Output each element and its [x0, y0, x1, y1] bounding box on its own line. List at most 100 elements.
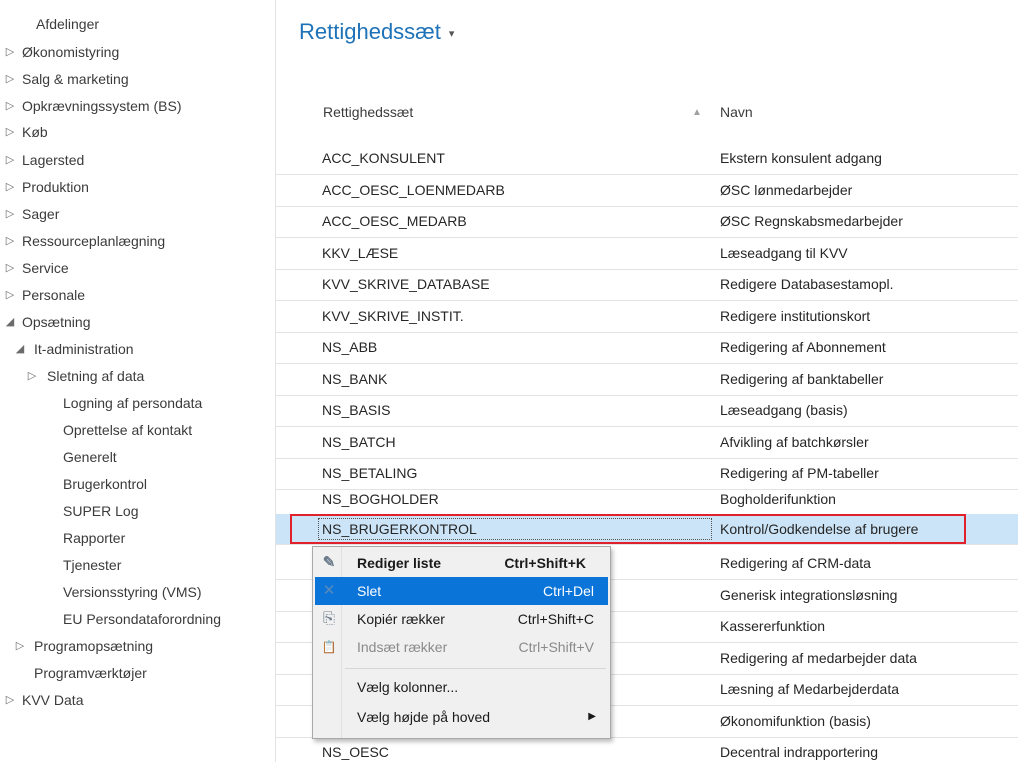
nav-item-brugerkontrol[interactable]: Brugerkontrol [0, 472, 270, 496]
cell-name: Decentral indrapportering [720, 744, 878, 760]
nav-item-opkraevningssystem[interactable]: ▷ Opkrævningssystem (BS) [0, 94, 270, 118]
expand-arrow-icon[interactable]: ▷ [4, 283, 16, 307]
nav-item-super-log[interactable]: SUPER Log [0, 499, 270, 523]
cell-code: NS_OESC [322, 744, 389, 760]
nav-item-rapporter[interactable]: Rapporter [0, 526, 270, 550]
expand-arrow-icon[interactable]: ▷ [4, 229, 16, 253]
nav-item-label: Tjenester [63, 557, 122, 573]
cell-name: Redigering af CRM-data [720, 555, 871, 571]
nav-item-programvaerktoejer[interactable]: Programværktøjer [0, 661, 270, 685]
expand-arrow-icon[interactable]: ▷ [26, 364, 38, 388]
nav-item-koeb[interactable]: ▷ Køb [0, 120, 270, 144]
cell-code: NS_ABB [322, 339, 378, 355]
expand-arrow-icon[interactable]: ▷ [4, 120, 16, 144]
table-row[interactable]: NS_BASIS Læseadgang (basis) [276, 395, 1018, 427]
cell-code: ACC_OESC_LOENMEDARB [322, 182, 505, 198]
table-row[interactable]: KVV_SKRIVE_INSTIT. Redigere institutions… [276, 301, 1018, 333]
nav-item-opsaetning[interactable]: ◢ Opsætning [0, 310, 270, 334]
table-row[interactable]: NS_OESC Decentral indrapportering [276, 737, 1018, 768]
nav-item-oprettelse-af-kontakt[interactable]: Oprettelse af kontakt [0, 418, 270, 442]
nav-item-label: Produktion [22, 179, 89, 195]
cell-code: NS_BATCH [322, 434, 396, 450]
column-header-rettighedssaet[interactable]: Rettighedssæt [323, 100, 413, 124]
cell-name: Læseadgang (basis) [720, 402, 848, 418]
nav-item-label: Personale [22, 287, 86, 303]
submenu-arrow-icon: ▶ [588, 711, 596, 722]
menu-item-label: Indsæt rækker [357, 639, 448, 655]
column-header-navn[interactable]: Navn [720, 100, 753, 124]
expand-arrow-icon[interactable]: ▷ [4, 688, 16, 712]
nav-item-label: Rapporter [63, 530, 126, 546]
table-row[interactable]: KKV_LÆSE Læseadgang til KVV [276, 238, 1018, 270]
nav-item-label: Opsætning [22, 314, 91, 330]
nav-item-label: Programværktøjer [34, 665, 147, 681]
nav-item-salg-marketing[interactable]: ▷ Salg & marketing [0, 67, 270, 91]
nav-item-label: Versionsstyring (VMS) [63, 584, 202, 600]
table-row[interactable]: NS_BANK Redigering af banktabeller [276, 364, 1018, 396]
nav-item-tjenester[interactable]: Tjenester [0, 553, 270, 577]
cell-name: Ekstern konsulent adgang [720, 150, 882, 166]
table-row[interactable]: NS_BOGHOLDER Bogholderifunktion [276, 484, 1018, 516]
menu-item-label: Vælg højde på hoved [357, 709, 491, 725]
menu-item-kopier-raekker[interactable]: ⎘ Kopiér rækker Ctrl+Shift+C [315, 605, 608, 633]
expand-arrow-icon[interactable]: ▷ [14, 634, 26, 658]
expand-arrow-icon[interactable]: ▷ [4, 40, 16, 64]
expand-arrow-icon[interactable]: ▷ [4, 94, 16, 118]
nav-item-eu-persondataforordning[interactable]: EU Persondataforordning [0, 607, 270, 631]
menu-item-slet[interactable]: ✕ Slet Ctrl+Del [315, 577, 608, 605]
collapse-arrow-icon[interactable]: ◢ [14, 337, 26, 361]
menu-item-shortcut: Ctrl+Shift+C [517, 611, 594, 627]
nav-item-label: KVV Data [22, 692, 84, 708]
expand-arrow-icon[interactable]: ▷ [4, 175, 16, 199]
nav-item-label: Sletning af data [47, 368, 145, 384]
menu-item-rediger-liste[interactable]: ✎ Rediger liste Ctrl+Shift+K [315, 549, 608, 577]
cell-name: Generisk integrationsløsning [720, 587, 898, 603]
menu-item-indsaet-raekker: 📋 Indsæt rækker Ctrl+Shift+V [315, 633, 608, 661]
table-row[interactable]: ACC_OESC_MEDARB ØSC Regnskabsmedarbejder [276, 206, 1018, 238]
sort-ascending-icon: ▲ [692, 107, 702, 118]
nav-item-oekonomistyring[interactable]: ▷ Økonomistyring [0, 40, 270, 64]
cell-name: Kassererfunktion [720, 618, 826, 634]
table-row[interactable]: KVV_SKRIVE_DATABASE Redigere Databasesta… [276, 269, 1018, 301]
nav-item-personale[interactable]: ▷ Personale [0, 283, 270, 307]
table-row[interactable]: NS_BATCH Afvikling af batchkørsler [276, 427, 1018, 459]
menu-item-vaelg-hoejde-paa-hoved[interactable]: Vælg højde på hoved ▶ [315, 703, 608, 731]
nav-item-service[interactable]: ▷ Service [0, 256, 270, 280]
menu-item-label: Vælg kolonner... [357, 679, 459, 695]
nav-item-label: Ressourceplanlægning [22, 233, 166, 249]
nav-item-label: Programopsætning [34, 638, 154, 654]
nav-item-programopsaetning[interactable]: ▷ Programopsætning [0, 634, 270, 658]
cell-code: ACC_OESC_MEDARB [322, 213, 467, 229]
nav-item-sletning-af-data[interactable]: ▷ Sletning af data [0, 364, 270, 388]
expand-arrow-icon[interactable]: ▷ [4, 202, 16, 226]
expand-arrow-icon[interactable]: ▷ [4, 148, 16, 172]
page-title-menu[interactable]: Rettighedssæt ▾ [299, 19, 454, 45]
menu-item-shortcut: Ctrl+Shift+V [518, 639, 594, 655]
table-row-selected[interactable]: NS_BRUGERKONTROL Kontrol/Godkendelse af … [276, 514, 1018, 545]
expand-arrow-icon[interactable]: ▷ [4, 67, 16, 91]
nav-item-label: Opkrævningssystem (BS) [22, 98, 182, 114]
cell-code: NS_BANK [322, 371, 388, 387]
nav-item-ressourceplanlaegning[interactable]: ▷ Ressourceplanlægning [0, 229, 270, 253]
edit-list-icon: ✎ [322, 554, 336, 571]
nav-item-it-administration[interactable]: ◢ It-administration [0, 337, 270, 361]
table-row[interactable]: NS_ABB Redigering af Abonnement [276, 332, 1018, 364]
nav-item-sager[interactable]: ▷ Sager [0, 202, 270, 226]
nav-item-label: Brugerkontrol [63, 476, 148, 492]
expand-arrow-icon[interactable]: ▷ [4, 256, 16, 280]
cell-name: Læsning af Medarbejderdata [720, 681, 900, 697]
nav-item-produktion[interactable]: ▷ Produktion [0, 175, 270, 199]
nav-item-logning-af-persondata[interactable]: Logning af persondata [0, 391, 270, 415]
nav-item-label: Sager [22, 206, 60, 222]
nav-item-kvv-data[interactable]: ▷ KVV Data [0, 688, 270, 712]
table-row[interactable]: ACC_OESC_LOENMEDARB ØSC lønmedarbejder [276, 175, 1018, 207]
collapse-arrow-icon[interactable]: ◢ [4, 310, 16, 334]
table-row[interactable]: ACC_KONSULENT Ekstern konsulent adgang [276, 143, 1018, 175]
nav-item-label: Afdelinger [36, 16, 100, 32]
nav-item-versionsstyring[interactable]: Versionsstyring (VMS) [0, 580, 270, 604]
nav-item-lagersted[interactable]: ▷ Lagersted [0, 148, 270, 172]
menu-item-vaelg-kolonner[interactable]: Vælg kolonner... [315, 673, 608, 701]
cell-code: ACC_KONSULENT [322, 150, 445, 166]
nav-item-afdelinger[interactable]: Afdelinger [0, 12, 270, 36]
nav-item-generelt[interactable]: Generelt [0, 445, 270, 469]
